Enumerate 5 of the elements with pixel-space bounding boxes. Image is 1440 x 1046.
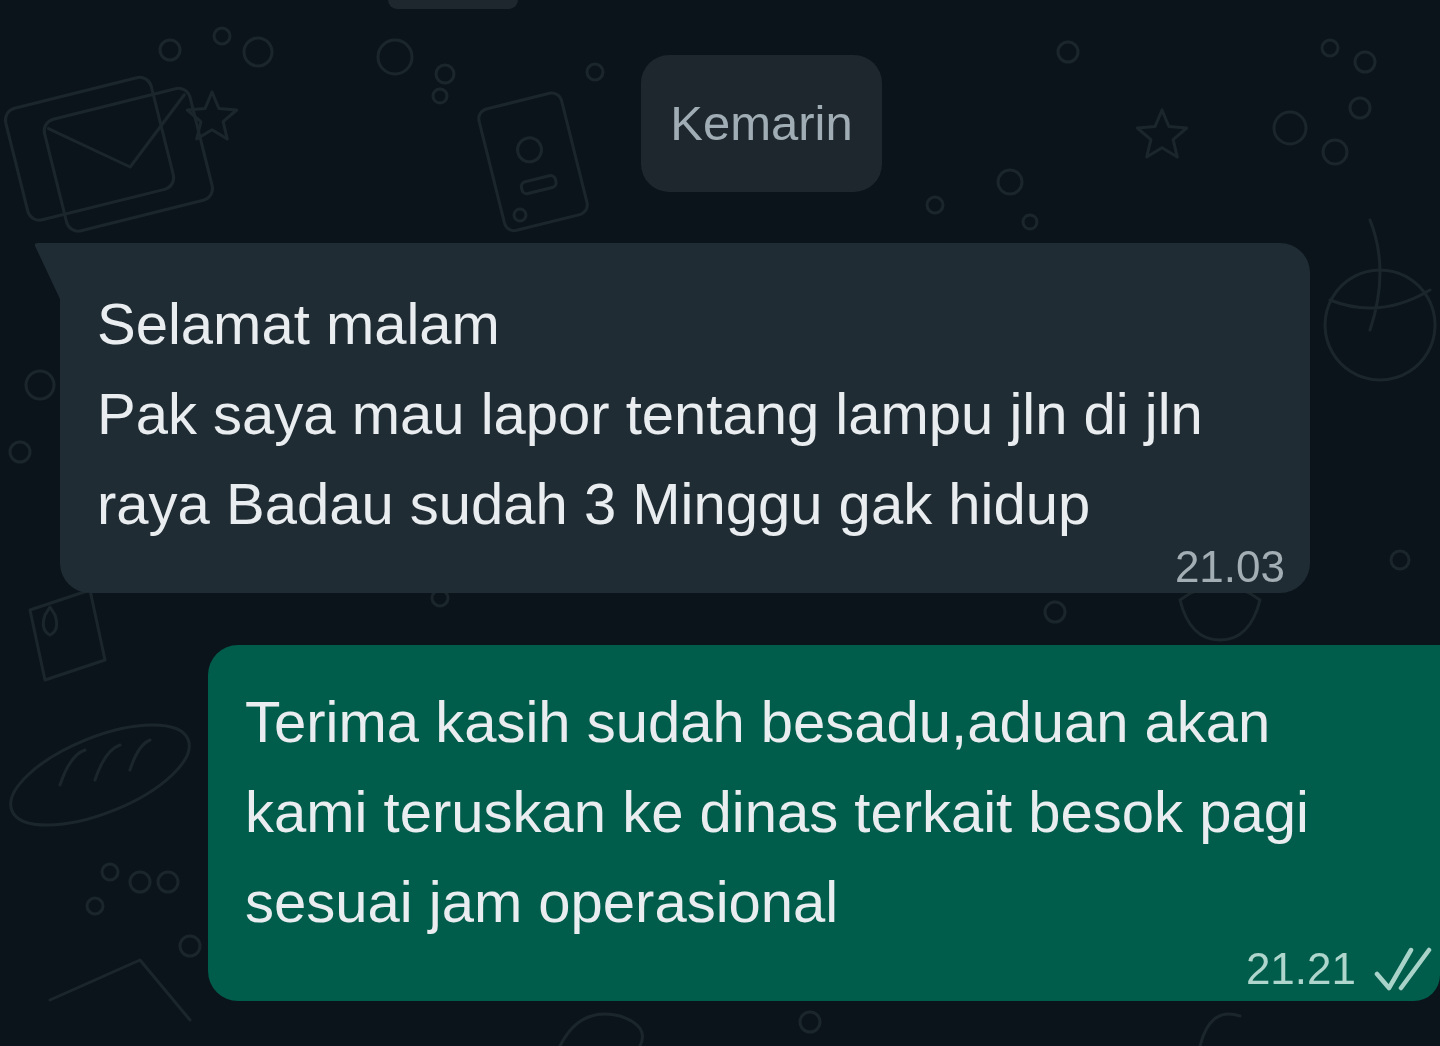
date-chip: Kemarin (641, 55, 882, 192)
message-time: 21.21 (1245, 951, 1356, 987)
message-text: Selamat malam Pak saya mau lapor tentang lampu jln di jln raya Badau sudah 3 Minggu gak hidup (97, 290, 1204, 538)
message-text: Terima kasih sudah besadu,aduan akan kami teruskan ke dinas terkait besok pagi sesuai jam operasional (245, 688, 1310, 936)
message-time: 21.03 (1174, 549, 1285, 585)
